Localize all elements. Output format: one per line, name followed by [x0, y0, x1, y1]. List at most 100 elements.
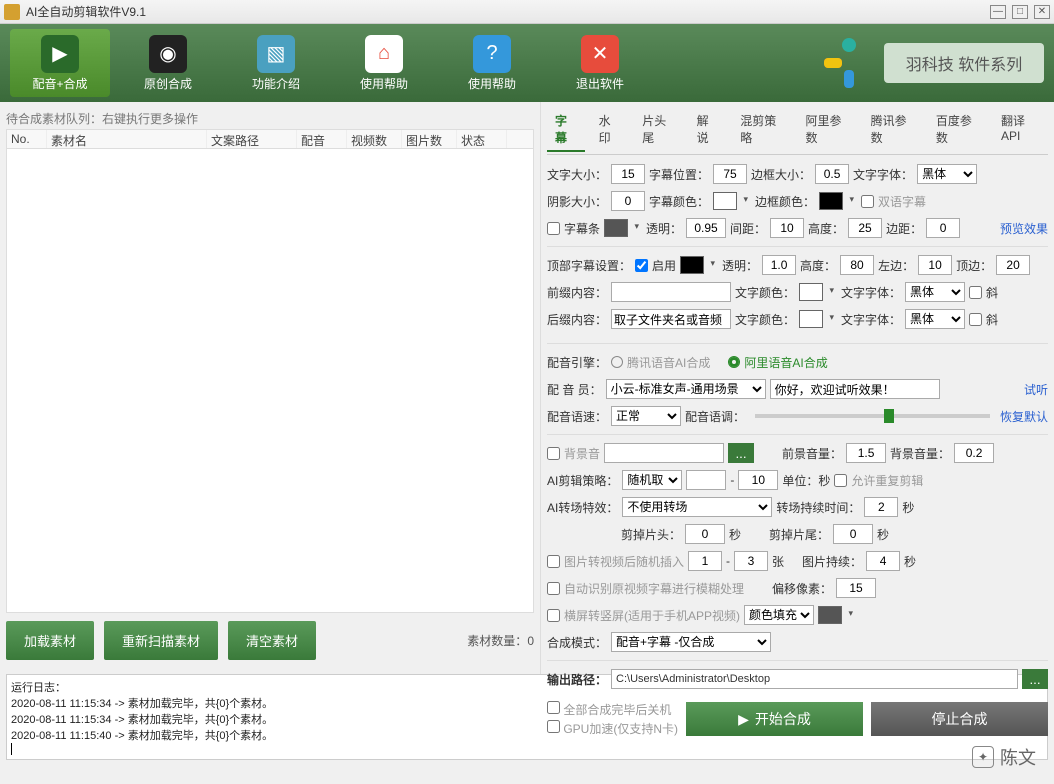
fill-mode-select[interactable]: 颜色填充	[744, 605, 814, 625]
margin-input[interactable]	[926, 218, 960, 238]
close-button[interactable]: ✕	[1034, 5, 1050, 19]
close-icon: ✕	[581, 35, 619, 73]
gap-input[interactable]	[770, 218, 804, 238]
preview-link[interactable]: 预览效果	[1000, 220, 1048, 237]
allow-repeat-checkbox[interactable]	[834, 474, 847, 487]
fg-volume-input[interactable]	[846, 443, 886, 463]
suffix-italic-checkbox[interactable]	[969, 313, 982, 326]
load-material-button[interactable]: 加载素材	[6, 621, 94, 660]
font-select[interactable]: 黑体	[917, 164, 977, 184]
speed-select[interactable]: 正常	[611, 406, 681, 426]
top-height-input[interactable]	[840, 255, 874, 275]
prefix-font-select[interactable]: 黑体	[905, 282, 965, 302]
label: 启用	[652, 257, 676, 274]
gpu-checkbox[interactable]	[547, 720, 560, 733]
offset-input[interactable]	[836, 578, 876, 598]
range-to-input[interactable]	[738, 470, 778, 490]
strategy-select[interactable]: 随机取	[622, 470, 682, 490]
maximize-button[interactable]: □	[1012, 5, 1028, 19]
prefix-color-picker[interactable]	[799, 283, 823, 301]
bar-alpha-input[interactable]	[686, 218, 726, 238]
top-margin-input[interactable]	[996, 255, 1030, 275]
clear-material-button[interactable]: 清空素材	[228, 621, 316, 660]
label: AI转场特效：	[547, 499, 618, 516]
output-browse-button[interactable]: ...	[1022, 669, 1048, 689]
tool-exit[interactable]: ✕ 退出软件	[550, 29, 650, 97]
pic-from-input[interactable]	[688, 551, 722, 571]
palette-icon: ◉	[149, 35, 187, 73]
tool-original-compose[interactable]: ◉ 原创合成	[118, 29, 218, 97]
top-color-picker[interactable]	[680, 256, 704, 274]
tab-ali[interactable]: 阿里参数	[797, 108, 856, 152]
label: 图片持续：	[802, 553, 862, 570]
col-dub: 配音	[297, 130, 347, 148]
portrait-checkbox[interactable]	[547, 609, 560, 622]
top-enable-checkbox[interactable]	[635, 259, 648, 272]
reset-link[interactable]: 恢复默认	[1000, 408, 1048, 425]
pic-insert-checkbox[interactable]	[547, 555, 560, 568]
tool-dub-compose[interactable]: ▶ 配音+合成	[10, 29, 110, 97]
subtitle-color-picker[interactable]	[713, 192, 737, 210]
bgm-checkbox[interactable]	[547, 447, 560, 460]
bgm-path-input[interactable]	[604, 443, 724, 463]
tab-tencent[interactable]: 腾讯参数	[863, 108, 922, 152]
shutdown-checkbox[interactable]	[547, 701, 560, 714]
border-color-picker[interactable]	[819, 192, 843, 210]
trim-head-input[interactable]	[685, 524, 725, 544]
label: 配音语调：	[685, 408, 745, 425]
fill-color-picker[interactable]	[818, 606, 842, 624]
shadow-input[interactable]	[611, 191, 645, 211]
tab-translate[interactable]: 翻译API	[993, 108, 1048, 152]
transition-select[interactable]: 不使用转场	[622, 497, 772, 517]
label: 背景音量：	[890, 445, 950, 462]
subtitle-bar-checkbox[interactable]	[547, 222, 560, 235]
tab-baidu[interactable]: 百度参数	[928, 108, 987, 152]
suffix-color-picker[interactable]	[799, 310, 823, 328]
minimize-button[interactable]: —	[990, 5, 1006, 19]
try-listen-link[interactable]: 试听	[1024, 381, 1048, 398]
compose-mode-select[interactable]: 配音+字幕 -仅合成	[611, 632, 771, 652]
height-input[interactable]	[848, 218, 882, 238]
top-alpha-input[interactable]	[762, 255, 796, 275]
stop-compose-button[interactable]: 停止合成	[871, 702, 1048, 736]
suffix-font-select[interactable]: 黑体	[905, 309, 965, 329]
bg-volume-input[interactable]	[954, 443, 994, 463]
border-size-input[interactable]	[815, 164, 849, 184]
rescan-material-button[interactable]: 重新扫描素材	[104, 621, 218, 660]
subtitle-pos-input[interactable]	[713, 164, 747, 184]
engine-ali-radio[interactable]	[728, 356, 740, 368]
tool-help2[interactable]: ? 退出软件 使用帮助 使用帮助	[442, 29, 542, 97]
prefix-italic-checkbox[interactable]	[969, 286, 982, 299]
tab-subtitle[interactable]: 字幕	[547, 108, 585, 152]
label: 高度：	[800, 257, 836, 274]
sample-text-input[interactable]	[770, 379, 940, 399]
transition-duration-input[interactable]	[864, 497, 898, 517]
bar-color-picker[interactable]	[604, 219, 628, 237]
voicer-select[interactable]: 小云-标准女声-通用场景	[606, 379, 766, 399]
bgm-browse-button[interactable]: ...	[728, 443, 754, 463]
tab-watermark[interactable]: 水印	[591, 108, 629, 152]
settings-tabs: 字幕 水印 片头尾 解说 混剪策略 阿里参数 腾讯参数 百度参数 翻译API	[547, 106, 1048, 155]
tool-help[interactable]: ⌂ 使用帮助	[334, 29, 434, 97]
tool-features[interactable]: ▧ 功能介绍	[226, 29, 326, 97]
tab-headtail[interactable]: 片头尾	[634, 108, 682, 152]
tone-slider[interactable]	[755, 414, 990, 418]
trim-tail-input[interactable]	[833, 524, 873, 544]
prefix-input[interactable]	[611, 282, 731, 302]
start-compose-button[interactable]: ▶ 开始合成	[686, 702, 863, 736]
blur-checkbox[interactable]	[547, 582, 560, 595]
engine-tencent-radio[interactable]	[611, 356, 623, 368]
range-from-input[interactable]	[686, 470, 726, 490]
font-size-input[interactable]	[611, 164, 645, 184]
material-list[interactable]	[6, 149, 534, 613]
tab-mixcut[interactable]: 混剪策略	[732, 108, 791, 152]
top-left-input[interactable]	[918, 255, 952, 275]
toolbtn-label: 使用帮助	[468, 75, 516, 92]
suffix-input[interactable]	[611, 309, 731, 329]
label: 阿里语音AI合成	[744, 354, 827, 371]
tab-narration[interactable]: 解说	[689, 108, 727, 152]
pic-duration-input[interactable]	[866, 551, 900, 571]
output-path-input[interactable]: C:\Users\Administrator\Desktop	[611, 669, 1018, 689]
bilingual-checkbox[interactable]	[861, 195, 874, 208]
pic-to-input[interactable]	[734, 551, 768, 571]
